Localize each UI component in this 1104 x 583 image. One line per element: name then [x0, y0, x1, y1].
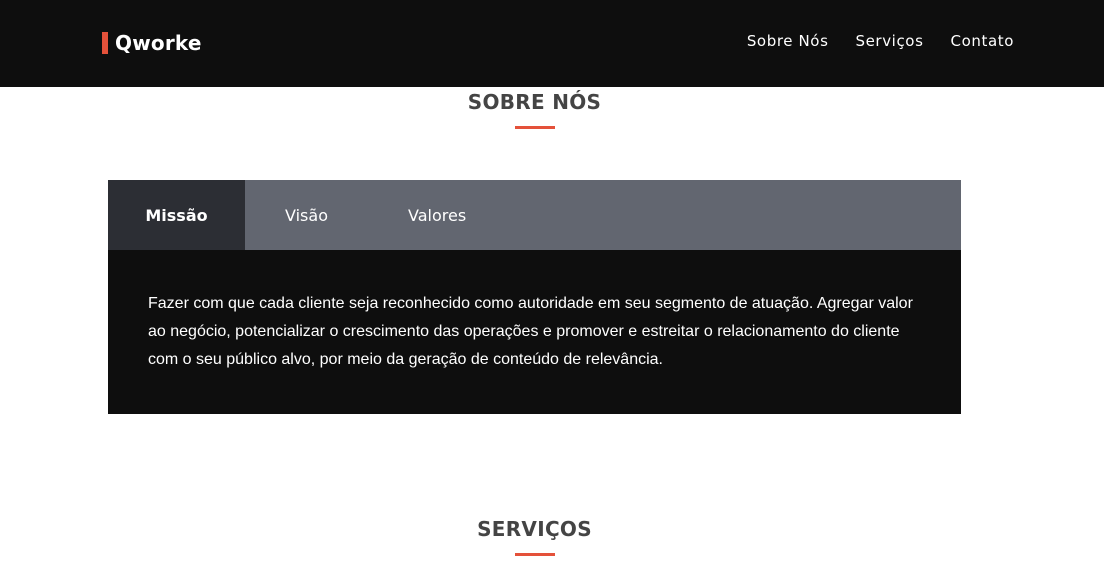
tab-bar: Missão Visão Valores: [108, 180, 961, 250]
section-title-underline: [515, 126, 555, 129]
tab-missao[interactable]: Missão: [108, 180, 245, 250]
tab-visao[interactable]: Visão: [245, 180, 368, 250]
nav-link-servicos[interactable]: Serviços: [855, 32, 923, 50]
about-tabs-card: Missão Visão Valores Fazer com que cada …: [108, 180, 961, 414]
brand-logo[interactable]: Qworke: [102, 31, 202, 55]
top-navbar: Qworke Sobre Nós Serviços Contato: [0, 0, 1104, 87]
nav-link-contato[interactable]: Contato: [951, 32, 1015, 50]
brand-name[interactable]: Qworke: [115, 31, 202, 55]
section-title-underline-servicos: [515, 553, 555, 556]
section-title-servicos: SERVIÇOS: [477, 517, 592, 541]
brand-accent-bar: [102, 32, 108, 54]
nav-link-sobre-nos[interactable]: Sobre Nós: [747, 32, 829, 50]
tab-content-text: Fazer com que cada cliente seja reconhec…: [148, 295, 913, 368]
tab-valores[interactable]: Valores: [368, 180, 508, 250]
section-title-sobre-nos: SOBRE NÓS: [467, 90, 602, 114]
main-nav: Sobre Nós Serviços Contato: [747, 32, 1014, 50]
